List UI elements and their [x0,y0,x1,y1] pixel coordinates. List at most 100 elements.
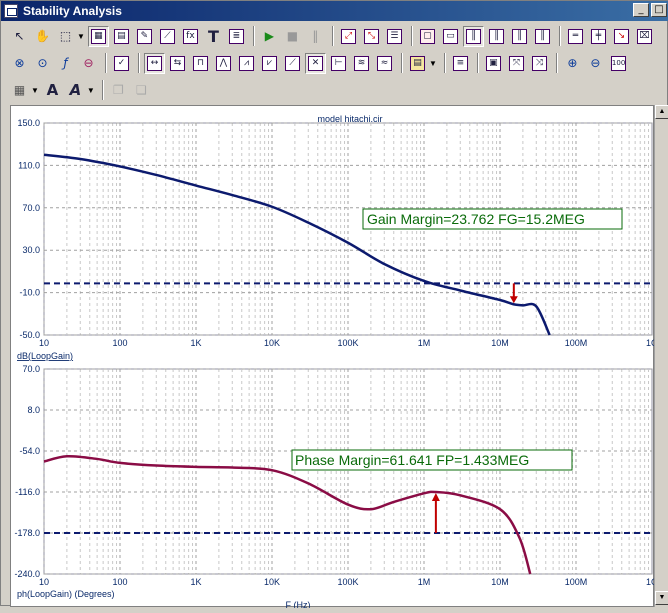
gain-x-tick-label: 100M [565,338,588,348]
fx-icon[interactable]: ƒ [55,53,76,74]
font-icon[interactable]: A [42,80,63,101]
phase-x-tick-label: 10 [39,577,49,587]
tb-level-icon[interactable]: ≋ [351,53,372,74]
formula-text-icon[interactable]: fx [180,26,201,47]
graph-options-icon[interactable]: ☰ [384,26,405,47]
frame-icon[interactable]: ▣ [483,53,504,74]
vertical-scrollbar[interactable]: ▲ ▼ [654,105,668,607]
tb-rise-icon[interactable]: ⩘ [236,53,257,74]
maximize-button[interactable]: □ [651,3,667,17]
tb-width-icon[interactable]: ⊢ [328,53,349,74]
stack-1-icon[interactable]: ║ [462,25,484,47]
phase-x-tick-label: 100K [337,577,358,587]
stack-4-icon[interactable]: ║ [532,26,553,47]
stability-analysis-window: Stability Analysis _ □ ↖ ✋ ⬚ ▼ ▦ ▤ ✎ ⟋ f… [0,0,668,610]
grid-dropdown-icon[interactable]: ▼ [31,86,39,95]
gain-x-tick-label: 1K [190,338,201,348]
fit2-icon[interactable]: ⤨ [529,53,550,74]
gain-y-label: dB(LoopGain) [17,351,73,361]
zoom-icon[interactable]: ⊙ [32,53,53,74]
zoom-plus-icon[interactable]: ⊕ [562,53,583,74]
tb-peak-icon[interactable]: ⊓ [190,53,211,74]
grid-icon[interactable]: ▤ [111,26,132,47]
scroll-down-arrow-icon[interactable]: ▼ [655,591,668,605]
phase-y-tick-label: -178.0 [14,528,40,538]
remove-curve-icon[interactable]: ⌧ [634,26,655,47]
tb-horiz2-icon[interactable]: ⇆ [167,53,188,74]
clipboard-dropdown-icon[interactable]: ▼ [429,59,437,68]
stack-3-icon[interactable]: ║ [509,26,530,47]
toolbar-main: ↖ ✋ ⬚ ▼ ▦ ▤ ✎ ⟋ fx T ≣ ▶ ■ ‖ ⤢ ⤡ ☰ ▢ ▭ ║… [1,23,668,49]
gain-x-tick-label: 10M [491,338,509,348]
scroll-up-arrow-icon[interactable]: ▲ [655,105,668,119]
minimize-button[interactable]: _ [633,3,649,17]
zoom-100-icon[interactable]: 100 [608,53,629,74]
properties-icon[interactable]: ≣ [226,26,247,47]
tb-level2-icon[interactable]: ≈ [374,53,395,74]
phase-margin-marker [431,493,440,533]
probe-icon[interactable]: ⊖ [78,53,99,74]
edit-graph-icon[interactable]: ✎ [134,26,155,47]
gain-x-tick-label: 10 [39,338,49,348]
fit-icon[interactable]: ⤧ [506,53,527,74]
copy-plot-icon[interactable]: ▭ [440,26,461,47]
page-icon[interactable]: ≡ [450,53,471,74]
measure-icon[interactable]: ✓ [111,53,132,74]
run-icon[interactable]: ▶ [259,26,280,47]
dropdown-arrow-icon[interactable]: ▼ [77,32,85,41]
phase-y-tick-label: -54.0 [19,446,40,456]
stability-plot: model hitachi.cir 150.0110.070.030.0-10.… [14,114,658,610]
gain-x-tick-label: 1M [418,338,431,348]
phase-y-axis: 70.0 8.0 -54.0 -116.0 -178.0 -240.0 [14,364,40,579]
new-plot-icon[interactable]: ▢ [417,26,438,47]
paste-icon[interactable]: ❐ [108,80,129,101]
paste2-icon[interactable]: ❏ [131,80,152,101]
tb-horiz-icon[interactable]: ↔ [144,52,165,74]
zoom-minus-icon[interactable]: ⊖ [585,53,606,74]
stop-icon[interactable]: ■ [282,26,303,47]
tb-cross-icon[interactable]: ✕ [305,52,326,74]
gain-annotation: Gain Margin=23.762 FG=15.2MEG [367,211,585,227]
stack-2-icon[interactable]: ║ [486,26,507,47]
gain-margin-marker [509,283,518,304]
window-title: Stability Analysis [23,4,122,18]
edit-curve-icon[interactable]: ⟋ [157,26,178,47]
cursor-a-icon[interactable]: ⤢ [338,26,359,47]
zoom-box-icon[interactable]: ⬚ [55,26,76,47]
tb-fall-icon[interactable]: ⩗ [259,53,280,74]
gain-y-tick-label: 30.0 [22,245,40,255]
gain-y-tick-label: 150.0 [17,118,40,128]
grid-style-icon[interactable]: ▦ [9,80,30,101]
cursor-b-icon[interactable]: ⤡ [361,26,382,47]
phase-y-label: ph(LoopGain) (Degrees) [17,589,115,599]
font-style-icon[interactable]: A [65,80,86,101]
add-curve-icon[interactable]: ↘ [611,26,632,47]
split-h-icon[interactable]: ═ [565,26,586,47]
app-icon [4,4,18,18]
x-axis-label: F (Hz) [286,600,311,608]
pointer-icon[interactable]: ↖ [9,26,30,47]
toolbar-analysis: ⊗ ⊙ ƒ ⊖ ✓ ↔ ⇆ ⊓ ⋀ ⩘ ⩗ ⟋ ✕ ⊢ ≋ ≈ ▤ ▼ ≡ ▣ … [1,50,668,76]
select-area-icon[interactable]: ▦ [87,25,109,47]
gain-x-tick-label: 100K [337,338,358,348]
tb-slope-icon[interactable]: ⟋ [282,53,303,74]
split-v-icon[interactable]: ╪ [588,26,609,47]
phase-x-tick-label: 1K [190,577,201,587]
clipboard-icon[interactable]: ▤ [407,53,428,74]
plot-area[interactable]: model hitachi.cir 150.0 110.0 70.0 30.0 -10.… [10,105,658,610]
phase-x-tick-label: 100 [112,577,127,587]
title-bar: Stability Analysis _ □ [1,1,668,21]
text-tool-icon[interactable]: T [203,26,224,47]
pan-hand-icon[interactable]: ✋ [32,26,53,47]
pause-icon[interactable]: ‖ [305,26,326,47]
gain-y-tick-label: -10.0 [19,288,40,298]
toolbar-format: ▦ ▼ A A ▼ ❐ ❏ [1,77,668,103]
phase-marker-arrowhead [431,493,440,502]
phase-y-tick-label: -240.0 [14,569,40,579]
phase-y-tick-label: -116.0 [15,487,40,497]
tb-valley-icon[interactable]: ⋀ [213,53,234,74]
font-dropdown-icon[interactable]: ▼ [87,86,95,95]
find-icon[interactable]: ⊗ [9,53,30,74]
phase-x-tick-label: 1M [418,577,431,587]
gain-x-tick-label: 10K [264,338,280,348]
